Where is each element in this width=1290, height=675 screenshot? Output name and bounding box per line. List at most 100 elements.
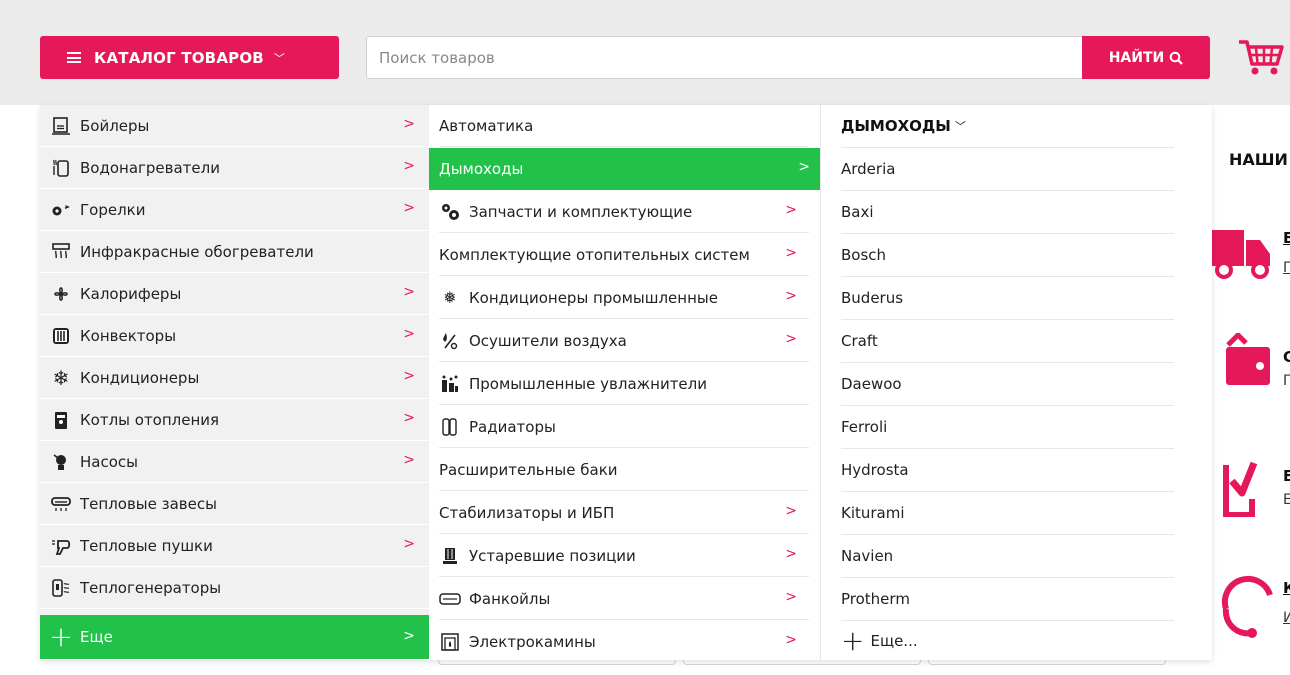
headset-icon	[1221, 575, 1273, 638]
brand-label: Hydrosta	[841, 461, 909, 479]
feature-title[interactable]: К	[1283, 579, 1290, 597]
plus-icon: +	[49, 620, 73, 653]
feature-title[interactable]: Б	[1283, 229, 1290, 247]
brand-item[interactable]: Protherm	[841, 578, 1174, 621]
category-label: Насосы	[80, 452, 138, 471]
brands-more-link[interactable]: + Еще...	[841, 619, 1174, 662]
plus-icon: +	[841, 623, 865, 657]
pump-icon	[50, 451, 72, 473]
feature-subtitle[interactable]: И	[1283, 610, 1290, 626]
category-item-more[interactable]: + Еще >	[40, 615, 429, 660]
category-label: Горелки	[80, 200, 146, 219]
category-item[interactable]: Конвекторы >	[40, 315, 429, 357]
subcategory-item[interactable]: Комплектующие отопительных систем >	[439, 234, 809, 276]
category-item[interactable]: Теплогенераторы	[40, 567, 429, 609]
chevron-right-icon: >	[785, 202, 797, 218]
chevron-right-icon: >	[403, 158, 415, 174]
subcategory-item[interactable]: Радиаторы	[439, 406, 809, 448]
subcategory-item[interactable]: Расширительные баки	[439, 449, 809, 491]
radiator-icon	[439, 416, 461, 438]
brand-item[interactable]: Hydrosta	[841, 449, 1174, 492]
category-item[interactable]: Горелки >	[40, 189, 429, 231]
feature-subtitle: Г	[1283, 373, 1290, 389]
subcategory-item[interactable]: Электрокамины >	[439, 621, 809, 663]
category-item[interactable]: ❄ Кондиционеры >	[40, 357, 429, 399]
water-heater-icon	[50, 157, 72, 179]
obsolete-icon	[439, 545, 461, 567]
subcategory-label: Осушители воздуха	[469, 331, 627, 350]
category-label: Водонагреватели	[80, 158, 220, 177]
feature-subtitle[interactable]: Г	[1283, 260, 1290, 276]
subcategory-item[interactable]: Стабилизаторы и ИБП >	[439, 492, 809, 534]
category-label: Инфракрасные обогреватели	[80, 242, 314, 261]
brand-list-title[interactable]: ДЫМОХОДЫ ﹀	[841, 105, 1174, 148]
cart-icon[interactable]	[1237, 38, 1285, 82]
search-button-label: НАЙТИ	[1108, 49, 1165, 66]
brand-label: Daewoo	[841, 375, 902, 393]
category-item[interactable]: Тепловые завесы	[40, 483, 429, 525]
search-button[interactable]: НАЙТИ	[1082, 36, 1210, 79]
category-item[interactable]: Тепловые пушки >	[40, 525, 429, 567]
subcategory-label: Стабилизаторы и ИБП	[439, 503, 615, 522]
category-label: Тепловые завесы	[80, 494, 217, 513]
category-item[interactable]: Инфракрасные обогреватели	[40, 231, 429, 273]
brand-label: Baxi	[841, 203, 874, 221]
search-input[interactable]	[367, 37, 1083, 78]
catalog-button[interactable]: КАТАЛОГ ТОВАРОВ ﹀	[40, 36, 339, 79]
subcategory-label: Дымоходы	[439, 160, 524, 178]
brand-item[interactable]: Navien	[841, 535, 1174, 578]
brand-item[interactable]: Kiturami	[841, 492, 1174, 535]
chevron-down-icon: ﹀	[954, 120, 966, 133]
category-item[interactable]: Бойлеры >	[40, 105, 429, 147]
subcategory-item[interactable]: Запчасти и комплектующие >	[439, 191, 809, 233]
fireplace-icon	[439, 631, 461, 653]
search-box: НАЙТИ	[366, 36, 1210, 79]
subcategory-item[interactable]: Автоматика	[439, 105, 809, 147]
section-heading: НАШИ	[1229, 150, 1288, 169]
category-item[interactable]: Калориферы >	[40, 273, 429, 315]
category-label: Еще	[80, 628, 113, 646]
brand-label: Ferroli	[841, 418, 888, 436]
burner-icon	[50, 199, 72, 221]
subcategory-item[interactable]: Устаревшие позиции >	[439, 535, 809, 577]
brand-item[interactable]: Baxi	[841, 191, 1174, 234]
subcategory-item[interactable]: Осушители воздуха >	[439, 320, 809, 362]
subcategory-item[interactable]: Фанкойлы >	[439, 578, 809, 620]
brands-more-label: Еще...	[870, 631, 918, 650]
heating-boiler-icon	[50, 409, 72, 431]
category-item[interactable]: Насосы >	[40, 441, 429, 483]
subcategory-label: Кондиционеры промышленные	[469, 288, 718, 307]
subcategory-label: Радиаторы	[469, 417, 556, 436]
catalog-mega-menu: Бойлеры > Водонагреватели > Горелки > Ин…	[40, 105, 1212, 660]
category-item[interactable]: Котлы отопления >	[40, 399, 429, 441]
brand-label: Buderus	[841, 289, 904, 307]
brand-item[interactable]: Craft	[841, 320, 1174, 363]
humidifier-icon	[439, 373, 461, 395]
brand-label: Protherm	[841, 590, 910, 608]
brand-label: Bosch	[841, 246, 887, 264]
category-label: Кондиционеры	[80, 368, 200, 387]
chevron-right-icon: >	[785, 589, 797, 605]
subcategory-item[interactable]: Промышленные увлажнители	[439, 363, 809, 405]
chevron-right-icon: >	[785, 245, 797, 261]
chevron-right-icon: >	[785, 288, 797, 304]
subcategory-item-active[interactable]: Дымоходы >	[429, 148, 820, 190]
brand-item[interactable]: Arderia	[841, 148, 1174, 191]
heat-generator-icon	[50, 577, 72, 599]
brand-item[interactable]: Buderus	[841, 277, 1174, 320]
subcategory-item[interactable]: ❅ Кондиционеры промышленные >	[439, 277, 809, 319]
subcategory-label: Автоматика	[439, 116, 534, 135]
subcategory-label: Электрокамины	[469, 633, 596, 651]
search-icon	[1169, 51, 1184, 65]
category-label: Котлы отопления	[80, 410, 220, 429]
category-item[interactable]: Водонагреватели >	[40, 147, 429, 189]
chevron-right-icon: >	[403, 326, 415, 342]
brand-item[interactable]: Daewoo	[841, 363, 1174, 406]
chevron-right-icon: >	[785, 503, 797, 519]
brand-item[interactable]: Ferroli	[841, 406, 1174, 449]
subcategory-list: Автоматика Дымоходы > Запчасти и комплек…	[429, 105, 820, 660]
truck-icon	[1212, 230, 1270, 279]
chevron-right-icon: >	[785, 331, 797, 347]
brand-item[interactable]: Bosch	[841, 234, 1174, 277]
brand-label: Kiturami	[841, 504, 905, 522]
